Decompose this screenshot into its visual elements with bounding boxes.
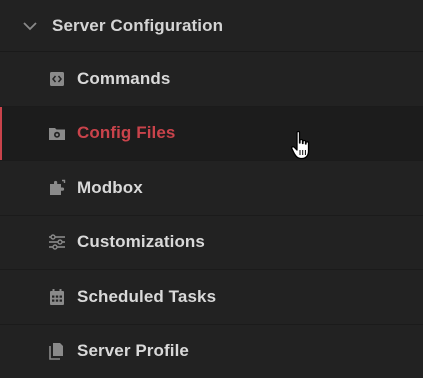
nav-item-config-files[interactable]: Config Files: [0, 106, 423, 161]
calendar-icon: [47, 287, 67, 307]
nav-item-label: Modbox: [77, 177, 143, 197]
nav-item-server-profile[interactable]: Server Profile: [0, 325, 423, 378]
document-copy-icon: [47, 341, 67, 361]
nav-item-label: Server Profile: [77, 341, 189, 361]
code-brackets-icon: [47, 69, 67, 89]
server-configuration-section-toggle[interactable]: Server Configuration: [0, 0, 423, 52]
nav-item-label: Config Files: [77, 123, 176, 143]
sliders-icon: [47, 232, 67, 252]
nav-item-commands[interactable]: Commands: [0, 52, 423, 107]
section-title: Server Configuration: [52, 15, 224, 35]
nav-item-label: Commands: [77, 68, 171, 88]
nav-item-modbox[interactable]: Modbox: [0, 161, 423, 216]
folder-gear-icon: [47, 123, 67, 143]
nav-item-customizations[interactable]: Customizations: [0, 216, 423, 270]
hand-pointer-cursor-icon: [290, 130, 316, 162]
puzzle-icon: [47, 178, 67, 198]
nav-item-scheduled-tasks[interactable]: Scheduled Tasks: [0, 270, 423, 325]
chevron-down-icon: [20, 16, 40, 36]
sidebar-nav: Server Configuration Commands Config Fil…: [0, 0, 423, 378]
nav-item-label: Customizations: [77, 232, 205, 252]
nav-item-label: Scheduled Tasks: [77, 286, 217, 306]
